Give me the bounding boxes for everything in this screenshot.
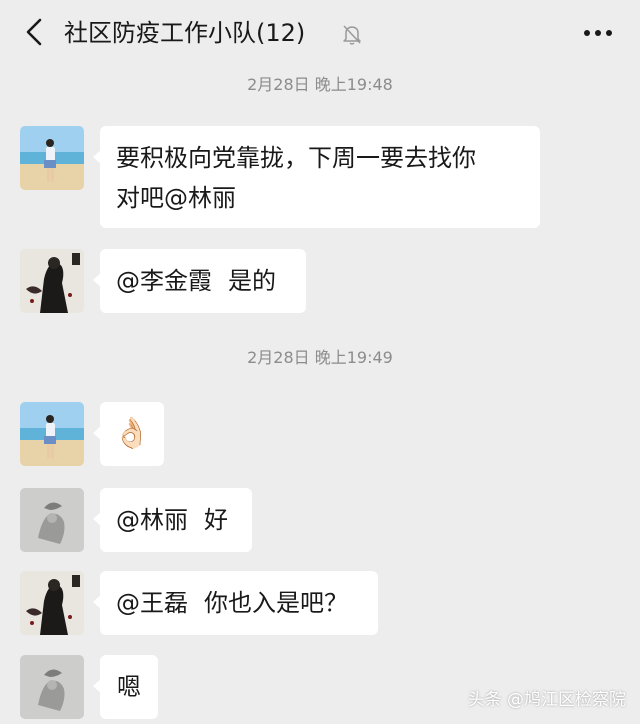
avatar-beach-girl[interactable]: [20, 126, 84, 190]
message-bubble[interactable]: @李金霞 是的: [93, 249, 306, 313]
more-horizontal-icon: [584, 30, 612, 36]
avatar-sketch[interactable]: [20, 488, 84, 552]
message-bubble[interactable]: @林丽好: [93, 488, 252, 552]
message-bubble[interactable]: 嗯: [93, 655, 158, 719]
message-bubble[interactable]: 👌🏻: [93, 402, 164, 466]
chat-screen: 社区防疫工作小队(12) 2月28日 晚上19:48 要积极向党靠拢，下周一要去…: [0, 0, 640, 724]
message-text: 你也入是吧？: [204, 589, 348, 617]
chat-title[interactable]: 社区防疫工作小队(12): [64, 14, 305, 52]
mention-text[interactable]: @王磊: [116, 589, 188, 617]
chat-header: 社区防疫工作小队(12): [0, 0, 640, 66]
more-button[interactable]: [578, 18, 618, 48]
message-text: 是的: [228, 267, 276, 295]
message-text: 要积极向党靠拢，下周一要去找你: [116, 144, 476, 172]
message-text: 嗯: [117, 673, 141, 701]
mention-text[interactable]: @李金霞: [116, 267, 212, 295]
message-text: 对吧@林丽: [116, 184, 236, 212]
avatar-dark-art[interactable]: [20, 249, 84, 313]
avatar-beach-girl[interactable]: [20, 402, 84, 466]
avatar-dark-art[interactable]: [20, 571, 84, 635]
message-text: 好: [204, 506, 228, 534]
message-bubble[interactable]: @王磊 你也入是吧？: [93, 571, 378, 635]
chevron-left-icon: [26, 18, 42, 46]
bell-muted-icon: [343, 25, 361, 45]
ok-hand-emoji: 👌🏻: [113, 416, 151, 451]
message-bubble[interactable]: 要积极向党靠拢，下周一要去找你 对吧@林丽: [93, 126, 540, 228]
timestamp: 2月28日 晚上19:49: [247, 348, 393, 367]
mention-text[interactable]: @林丽: [116, 506, 188, 534]
back-button[interactable]: [16, 14, 52, 50]
avatar-sketch[interactable]: [20, 655, 84, 719]
timestamp: 2月28日 晚上19:48: [247, 75, 393, 94]
watermark-text: 头条 @鸠江区检察院: [467, 690, 626, 710]
